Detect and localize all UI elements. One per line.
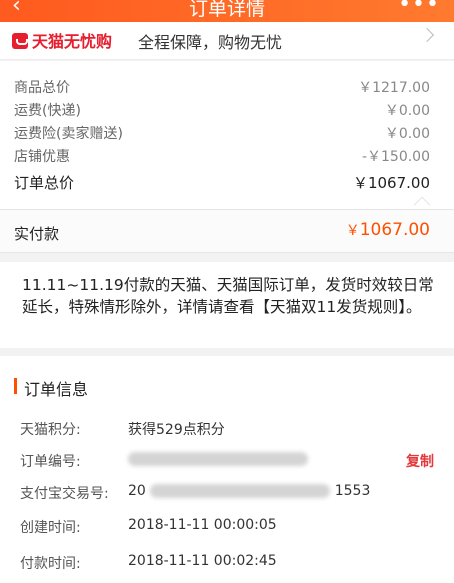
brand-text: 天猫无忧购: [32, 32, 113, 51]
price-row-shipping: 运费(快递) ￥0.00: [14, 100, 430, 120]
amount-value: 1067.00: [359, 220, 430, 240]
points-label: 天猫积分:: [20, 422, 81, 438]
price-row-value: ￥1217.00: [358, 80, 430, 96]
order-total-label: 订单总价: [14, 174, 75, 192]
top-navigation-bar: ‹ 订单详情 •••: [0, 0, 454, 22]
price-row-shipping-insurance: 运费险(卖家赠送) ￥0.00: [14, 123, 430, 143]
tmall-guarantee-banner[interactable]: 天猫无忧购 全程保障，购物无忧: [0, 22, 454, 60]
price-row-value: ￥0.00: [384, 103, 430, 119]
order-total-value: ￥1067.00: [352, 174, 430, 192]
created-time-value: 2018-11-11 00:00:05: [128, 517, 277, 533]
alipay-prefix: 20: [128, 483, 146, 499]
section-title: 订单信息: [14, 376, 88, 400]
price-row-value: -￥150.00: [361, 149, 430, 165]
price-row-store-discount: 店铺优惠 -￥150.00: [14, 146, 430, 166]
price-row-label: 运费(快递): [14, 103, 81, 119]
price-row-label: 运费险(卖家赠送): [14, 126, 123, 142]
chevron-right-icon: [419, 27, 435, 43]
points-value: 获得529点积分: [128, 422, 225, 438]
actual-payment-row: 实付款 ￥1067.00: [0, 209, 454, 253]
order-info-section: 订单信息 天猫积分: 获得529点积分 订单编号: 复制 支付宝交易号: 20 …: [0, 356, 454, 583]
actual-payment-amount: ￥1067.00: [346, 220, 430, 240]
shipping-notice-text: 11.11~11.19付款的天猫、天猫国际订单，发货时效较日常延长，特殊情形除外…: [22, 276, 434, 316]
alipay-trade-label: 支付宝交易号:: [20, 486, 109, 502]
tmall-cat-icon: [12, 33, 28, 49]
price-summary: 商品总价 ￥1217.00 运费(快递) ￥0.00 运费险(卖家赠送) ￥0.…: [0, 61, 454, 209]
alipay-trade-value: 20 1553: [128, 483, 370, 499]
page-title: 订单详情: [188, 0, 265, 20]
shipping-notice: 11.11~11.19付款的天猫、天猫国际订单，发货时效较日常延长，特殊情形除外…: [0, 262, 454, 348]
price-row-value: ￥0.00: [384, 126, 430, 142]
tmall-wuyougou-logo: 天猫无忧购: [12, 28, 112, 52]
more-dots-icon[interactable]: •••: [398, 0, 440, 17]
paid-time-value: 2018-11-11 00:02:45: [128, 553, 277, 569]
alipay-suffix: 1553: [334, 483, 371, 499]
price-row-goods-total: 商品总价 ￥1217.00: [14, 77, 430, 97]
order-number-label: 订单编号:: [20, 454, 81, 470]
price-row-label: 商品总价: [14, 80, 70, 96]
paid-time-label: 付款时间:: [20, 556, 81, 572]
currency-symbol: ￥: [345, 223, 360, 239]
banner-slogan: 全程保障，购物无忧: [138, 33, 283, 52]
created-time-label: 创建时间:: [20, 520, 81, 536]
price-row-label: 店铺优惠: [14, 149, 70, 165]
order-number-value-redacted: [128, 451, 308, 467]
order-total-row: 订单总价 ￥1067.00: [14, 172, 430, 193]
copy-button[interactable]: 复制: [406, 451, 434, 471]
actual-payment-label: 实付款: [14, 225, 60, 243]
